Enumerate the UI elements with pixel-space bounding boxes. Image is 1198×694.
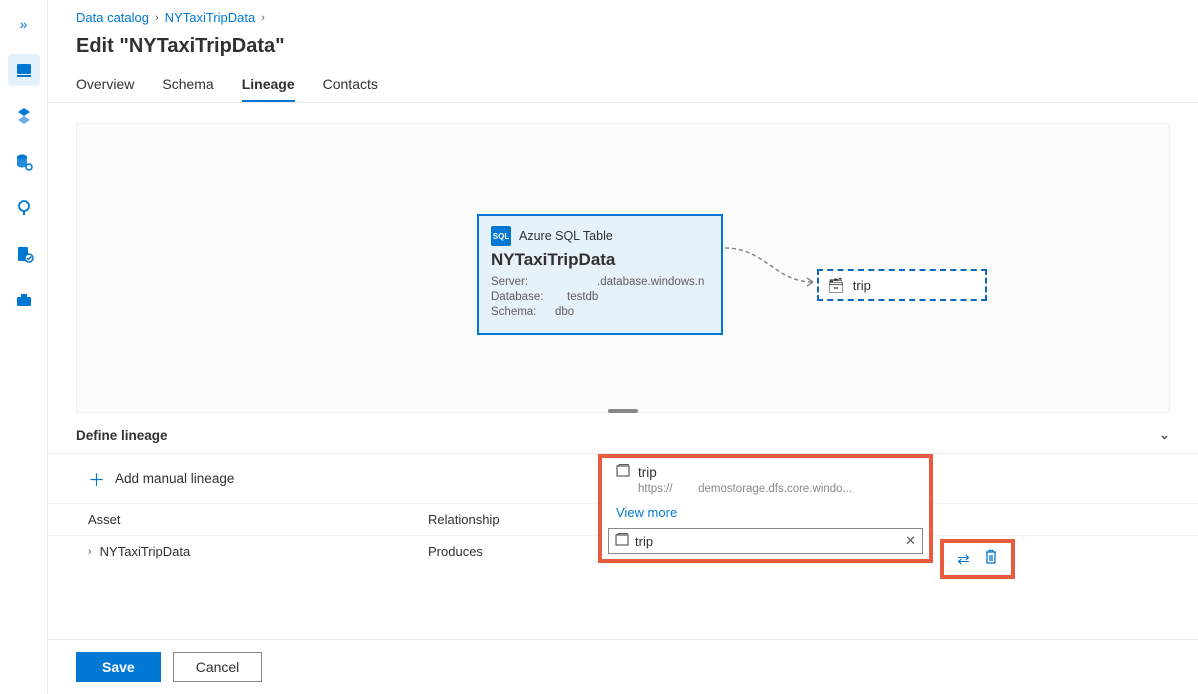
breadcrumb: Data catalog › NYTaxiTripData › [48,0,1198,25]
column-asset: Asset [88,512,428,527]
search-result-item[interactable]: trip https:// demostorage.dfs.core.windo… [602,458,929,499]
node-schema-label: Schema: [491,306,547,318]
footer: Save Cancel [48,639,1198,694]
tab-overview[interactable]: Overview [76,66,134,102]
rail-item-db-icon[interactable] [8,146,40,178]
folder-icon: 🗃 [827,277,845,294]
asset-search-popup: trip https:// demostorage.dfs.core.windo… [598,454,933,563]
node-schema-value: dbo [555,306,574,318]
breadcrumb-item[interactable]: NYTaxiTripData [165,10,256,25]
rail-item-insights-icon[interactable] [8,192,40,224]
tab-contacts[interactable]: Contacts [323,66,378,102]
file-icon [615,533,629,550]
lineage-source-node[interactable]: SQL Azure SQL Table NYTaxiTripData Serve… [477,214,723,335]
node-type-label: Azure SQL Table [519,229,613,243]
lineage-target-node[interactable]: 🗃 trip [817,269,987,301]
resize-handle-icon[interactable] [608,409,638,413]
view-more-link[interactable]: View more [602,499,929,528]
rail-item-sources-icon[interactable] [8,100,40,132]
node-title: NYTaxiTripData [491,250,709,270]
tab-schema[interactable]: Schema [162,66,213,102]
file-icon [616,464,630,481]
save-button[interactable]: Save [76,652,161,682]
tabs: Overview Schema Lineage Contacts [48,66,1198,103]
row-asset-name: NYTaxiTripData [100,544,191,559]
sql-icon: SQL [491,226,511,246]
result-name: trip [638,465,657,480]
chevron-right-icon: › [261,12,265,24]
tab-lineage[interactable]: Lineage [242,66,295,102]
node-server-label: Server: [491,276,547,288]
clear-input-icon[interactable]: ✕ [905,533,916,549]
asset-search-input[interactable]: trip ✕ [608,528,923,554]
rail-item-management-icon[interactable] [8,284,40,316]
node-server-value: .database.windows.n [597,276,704,288]
add-lineage-label: Add manual lineage [115,471,234,486]
section-title: Define lineage [76,428,168,443]
search-input-value: trip [635,534,653,549]
target-node-label: trip [853,278,871,293]
swap-icon[interactable]: ⇄ [957,550,970,568]
breadcrumb-root[interactable]: Data catalog [76,10,149,25]
node-db-value: testdb [567,291,598,303]
delete-icon[interactable] [984,549,998,569]
chevron-right-icon: › [155,12,159,24]
node-db-label: Database: [491,291,547,303]
chevron-right-icon[interactable]: › [88,546,92,558]
rail-item-catalog-icon[interactable] [8,54,40,86]
side-rail: » [0,0,48,694]
row-actions: ⇄ [940,539,1015,579]
chevron-down-icon[interactable]: ⌄ [1159,427,1170,443]
lineage-connector [725,242,825,296]
expand-rail-icon[interactable]: » [8,8,40,40]
define-lineage-header[interactable]: Define lineage ⌄ [48,413,1198,454]
plus-icon: ＋ [88,466,105,491]
result-path: https:// demostorage.dfs.core.windo... [638,483,915,495]
main-content: Data catalog › NYTaxiTripData › Edit "NY… [48,0,1198,694]
lineage-canvas[interactable]: SQL Azure SQL Table NYTaxiTripData Serve… [76,123,1170,413]
page-title: Edit "NYTaxiTripData" [48,25,1198,66]
rail-item-policy-icon[interactable] [8,238,40,270]
cancel-button[interactable]: Cancel [173,652,263,682]
